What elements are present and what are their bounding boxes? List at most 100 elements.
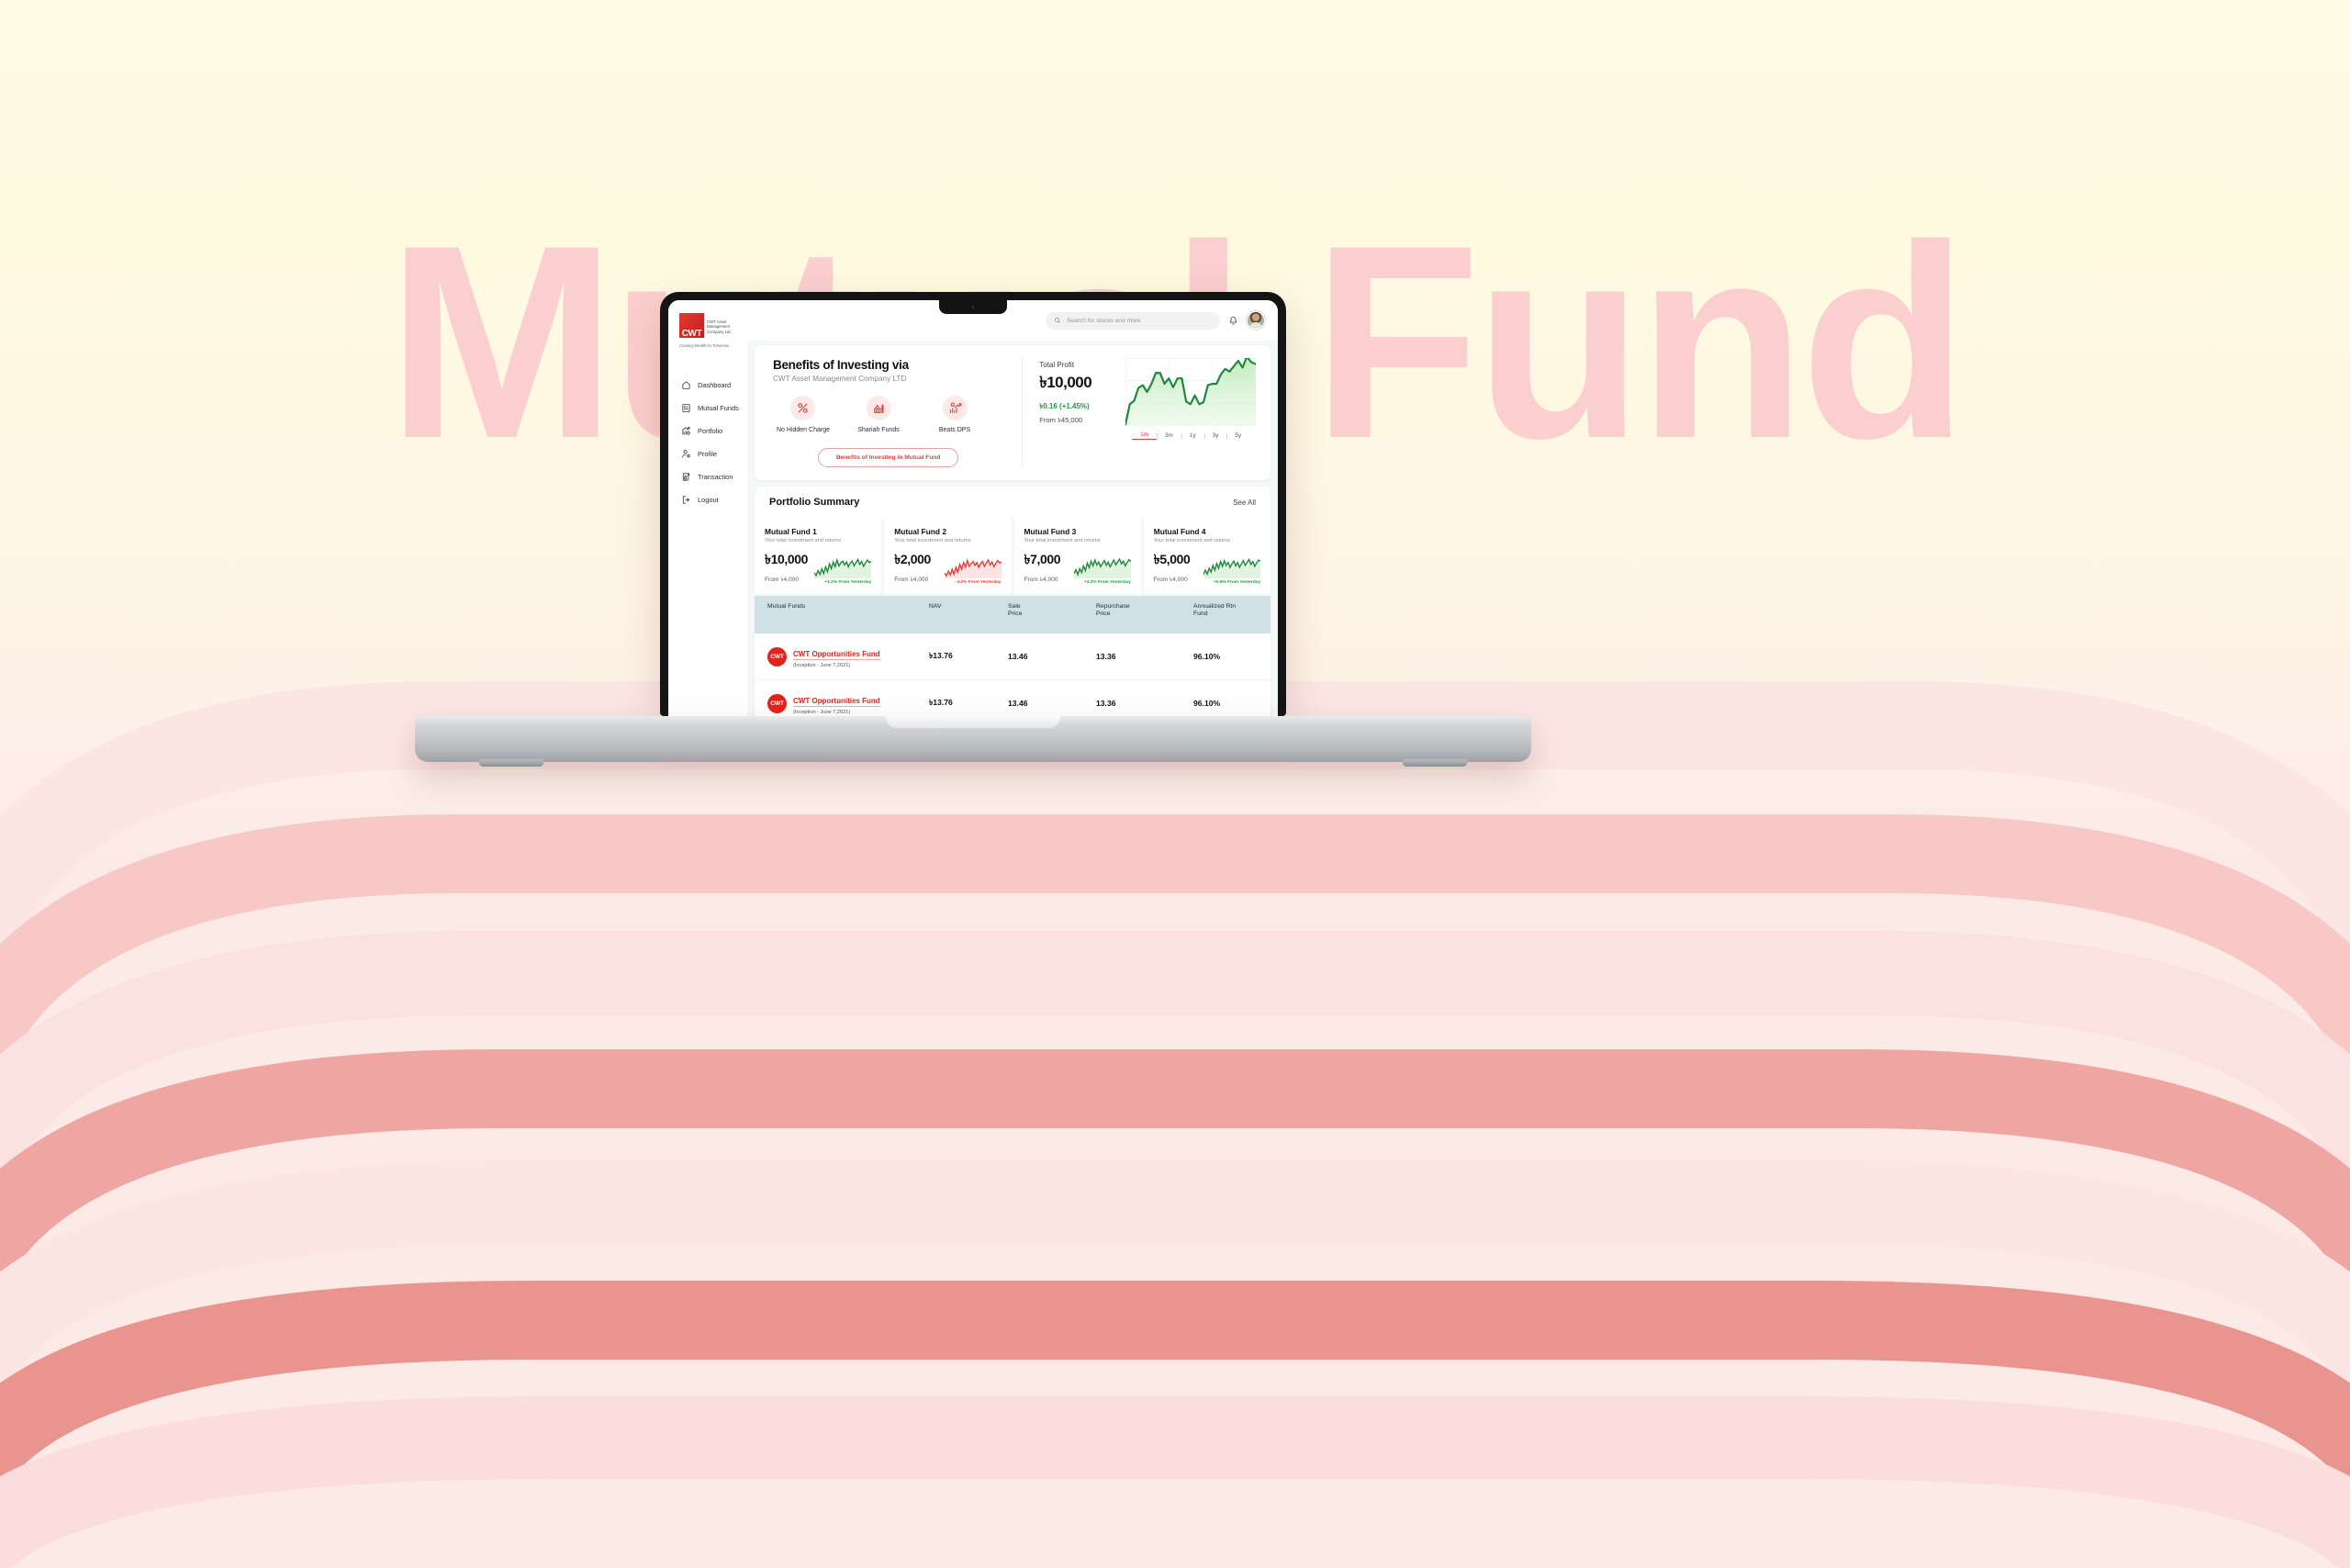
cell-annualized-rtn-fund: 96.10% (1193, 652, 1221, 662)
fund-name-link[interactable]: CWT Opportunities Fund (793, 650, 880, 661)
sidebar-item-dashboard[interactable]: Dashboard (679, 374, 747, 397)
column-header-line: Annualized Rtn (1193, 603, 1237, 610)
fund-sparkline (814, 558, 872, 578)
laptop-lid: CWT CWT Asset Management Company Ltd. Cr… (660, 292, 1286, 716)
cell-repurchase-price: 13.36 (1096, 699, 1116, 709)
bell-icon[interactable] (1228, 316, 1238, 326)
cell-nav: ৳13.76 (929, 698, 953, 708)
benefit-shariah-funds: Shariah Funds (853, 396, 904, 433)
logout-icon (681, 495, 691, 505)
range-tab-5y[interactable]: 5y (1226, 432, 1249, 440)
portfolio-title: Portfolio Summary (769, 497, 860, 508)
sidebar-item-label: Portfolio (698, 427, 723, 435)
user-icon (681, 449, 691, 459)
dashboard-canvas: Benefits of Investing via CWT Asset Mana… (747, 341, 1278, 716)
fund-card-delta: - 4.2% From Yesterday (954, 580, 1002, 585)
benefits-cta-button[interactable]: Benefits of Investing in Mutual Fund (817, 448, 959, 467)
app-window: CWT CWT Asset Management Company Ltd. Cr… (668, 300, 1278, 716)
column-header-line: Sale (1008, 603, 1021, 610)
fund-card[interactable]: Mutual Fund 4 Your total investment and … (1143, 518, 1270, 594)
search-placeholder: Search for stocks and more (1067, 317, 1141, 324)
cell-repurchase-price: 13.36 (1096, 652, 1116, 662)
fund-card-name: Mutual Fund 3 (1024, 527, 1077, 536)
benefits-subtitle: CWT Asset Management Company LTD (773, 375, 907, 383)
range-tab-3y[interactable]: 3y (1203, 432, 1227, 440)
portfolio-header: Portfolio Summary See All (755, 487, 1270, 518)
total-profit-change: ৳0.16 (+1.45%) (1039, 402, 1090, 410)
portfolio-summary-card: Portfolio Summary See All Mutual Fund 1 … (755, 487, 1270, 716)
sidebar-item-profile[interactable]: Profile (679, 442, 747, 465)
fund-card[interactable]: Mutual Fund 3 Your total investment and … (1013, 518, 1141, 594)
range-tab-1y[interactable]: 1y (1181, 432, 1204, 440)
growth-chart-icon (942, 396, 968, 420)
table-header-row: Mutual Funds NAV Sale Price Repurchase P… (755, 596, 1270, 634)
fund-card-sub: Your total investment and returns (765, 538, 842, 543)
laptop-foot (1403, 759, 1467, 767)
range-tab-1m[interactable]: 1m (1132, 431, 1157, 440)
column-header-line: Price (1008, 610, 1023, 618)
fund-name-link[interactable]: CWT Opportunities Fund (793, 697, 880, 708)
fund-card-name: Mutual Fund 1 (765, 527, 817, 536)
range-tabs: 1m 3m 1y 3y 5y (1125, 431, 1256, 440)
column-header-repurchase-price: Repurchase Price (1096, 603, 1193, 626)
laptop-foot (479, 759, 543, 767)
cell-sale-price: 13.46 (1008, 652, 1028, 662)
portfolio-see-all-link[interactable]: See All (1233, 498, 1256, 507)
fund-card-from: From ৳4,000 (894, 577, 929, 583)
sidebar-item-mutual-funds[interactable]: Mutual Funds (679, 397, 747, 420)
fund-sparkline (1073, 558, 1131, 578)
laptop-mockup: CWT CWT Asset Management Company Ltd. Cr… (415, 292, 1531, 767)
home-icon (681, 380, 691, 390)
fund-card-from: From ৳4,000 (765, 577, 799, 583)
avatar[interactable] (1247, 311, 1265, 330)
brand-logo: CWT CWT Asset Management Company Ltd. (679, 313, 747, 339)
fund-card-sub: Your total investment and returns (1153, 538, 1231, 543)
search-icon (1054, 317, 1061, 324)
cell-nav: ৳13.76 (929, 651, 953, 661)
fund-sparkline (1203, 558, 1260, 578)
fund-card-from: From ৳4,000 (1153, 577, 1188, 583)
column-header-mutual-funds: Mutual Funds (767, 603, 806, 610)
fund-sparkline (944, 558, 1002, 578)
background-scene: Mutual Fund (0, 0, 2350, 1568)
fund-card-delta: +0.5% From Yesterday (1214, 580, 1260, 585)
laptop-base-notch (886, 716, 1060, 728)
benefit-items: No Hidden Charge Shariah Funds Beats DPS (777, 396, 1003, 433)
cell-annualized-rtn-fund: 96.10% (1193, 699, 1221, 709)
fund-card-name: Mutual Fund 2 (894, 527, 947, 536)
total-profit-label: Total Profit (1039, 361, 1075, 369)
benefits-card: Benefits of Investing via CWT Asset Mana… (755, 345, 1270, 480)
table-row[interactable]: CWT CWT Opportunities Fund (Inception - … (755, 633, 1270, 681)
column-header-annualized-rtn-fund: Annualized Rtn Fund (1193, 603, 1270, 626)
sidebar-item-logout[interactable]: Logout (679, 488, 747, 511)
benefit-label: Shariah Funds (857, 427, 900, 433)
fund-card[interactable]: Mutual Fund 1 Your total investment and … (755, 518, 882, 594)
total-profit-chart: 1m 3m 1y 3y 5y (1125, 358, 1257, 467)
brand-name: CWT Asset Management Company Ltd. (707, 319, 732, 334)
sidebar-item-label: Profile (698, 450, 717, 458)
fund-card[interactable]: Mutual Fund 2 Your total investment and … (884, 518, 1012, 594)
column-header-line: Fund (1193, 610, 1208, 618)
fund-logo: CWT (767, 693, 787, 713)
benefit-beats-dps: Beats DPS (929, 396, 980, 433)
total-profit-from: From ৳45,000 (1039, 416, 1083, 424)
fund-card-name: Mutual Fund 4 (1153, 527, 1206, 536)
sidebar-item-portfolio[interactable]: Portfolio (679, 420, 747, 442)
percent-icon (789, 396, 815, 420)
page-title: Benefits of Investing via (773, 358, 909, 372)
table-row[interactable]: CWT CWT Opportunities Fund (Inception - … (755, 680, 1270, 716)
search-input[interactable]: Search for stocks and more (1046, 311, 1220, 330)
camera-icon (971, 306, 975, 308)
list-icon (681, 403, 691, 413)
topbar: Search for stocks and more (747, 300, 1278, 341)
cell-sale-price: 13.46 (1008, 699, 1028, 709)
sidebar-item-transaction[interactable]: Transaction (679, 465, 747, 488)
fund-card-sub: Your total investment and returns (1024, 538, 1101, 543)
fund-card-delta: +1.2% From Yesterday (824, 580, 872, 585)
fund-card-amount: ৳10,000 (765, 552, 808, 566)
profit-figures: Total Profit ৳10,000 ৳0.16 (+1.45%) From… (1039, 358, 1116, 467)
total-profit-panel: Total Profit ৳10,000 ৳0.16 (+1.45%) From… (1023, 358, 1270, 467)
range-tab-3m[interactable]: 3m (1157, 432, 1181, 440)
fund-card-from: From ৳4,000 (1024, 577, 1058, 583)
main-column: Search for stocks and more Benefits of I… (747, 300, 1278, 716)
